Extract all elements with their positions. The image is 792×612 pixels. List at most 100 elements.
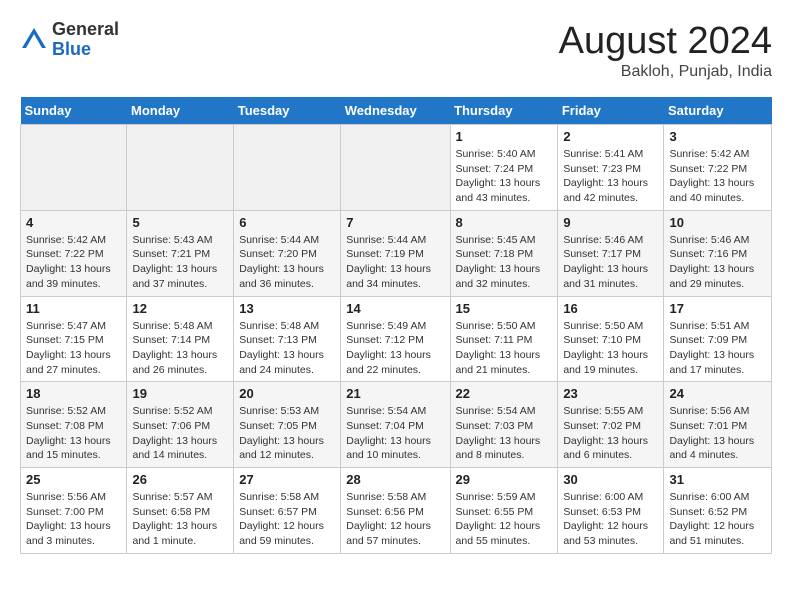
day-number: 17 — [669, 301, 766, 316]
day-info: Sunrise: 5:50 AMSunset: 7:11 PMDaylight:… — [456, 319, 553, 378]
day-number: 8 — [456, 215, 553, 230]
day-info: Sunrise: 5:45 AMSunset: 7:18 PMDaylight:… — [456, 233, 553, 292]
day-number: 26 — [132, 472, 228, 487]
day-number: 22 — [456, 386, 553, 401]
day-info: Sunrise: 5:40 AMSunset: 7:24 PMDaylight:… — [456, 147, 553, 206]
day-of-week-header: Thursday — [450, 97, 558, 125]
day-info: Sunrise: 5:54 AMSunset: 7:03 PMDaylight:… — [456, 404, 553, 463]
calendar-cell: 5Sunrise: 5:43 AMSunset: 7:21 PMDaylight… — [127, 210, 234, 296]
day-number: 23 — [563, 386, 658, 401]
calendar-cell: 15 Sunrise: 5:50 AMSunset: 7:11 PMDayligh… — [450, 296, 558, 382]
day-number: 15 — [456, 301, 553, 316]
day-number: 29 — [456, 472, 553, 487]
day-info: Sunrise: 5:56 AMSunset: 7:00 PMDaylight:… — [26, 490, 121, 549]
calendar-header-row: SundayMondayTuesdayWednesdayThursdayFrid… — [21, 97, 772, 125]
calendar-cell — [127, 125, 234, 211]
day-info: Sunrise: 5:57 AMSunset: 6:58 PMDaylight:… — [132, 490, 228, 549]
calendar-cell: 29Sunrise: 5:59 AMSunset: 6:55 PMDayligh… — [450, 468, 558, 554]
day-of-week-header: Friday — [558, 97, 664, 125]
day-number: 20 — [239, 386, 335, 401]
calendar-cell — [21, 125, 127, 211]
day-info: Sunrise: 5:48 AMSunset: 7:14 PMDaylight:… — [132, 319, 228, 378]
day-info: Sunrise: 5:41 AMSunset: 7:23 PMDaylight:… — [563, 147, 658, 206]
day-number: 24 — [669, 386, 766, 401]
day-number: 14 — [346, 301, 444, 316]
calendar-cell: 3 Sunrise: 5:42 AMSunset: 7:22 PMDaylight… — [664, 125, 772, 211]
day-number: 11 — [26, 301, 121, 316]
calendar-cell: 27 Sunrise: 5:58 AMSunset: 6:57 PMDayligh… — [234, 468, 341, 554]
calendar-cell: 12Sunrise: 5:48 AMSunset: 7:14 PMDayligh… — [127, 296, 234, 382]
day-info: Sunrise: 5:44 AMSunset: 7:20 PMDaylight:… — [239, 233, 335, 292]
logo-general: General — [52, 20, 119, 40]
calendar-cell: 17 Sunrise: 5:51 AMSunset: 7:09 PMDayligh… — [664, 296, 772, 382]
day-of-week-header: Tuesday — [234, 97, 341, 125]
day-info: Sunrise: 5:47 AMSunset: 7:15 PMDaylight:… — [26, 319, 121, 378]
calendar-week-row: 25 Sunrise: 5:56 AMSunset: 7:00 PMDayligh… — [21, 468, 772, 554]
day-info: Sunrise: 5:55 AMSunset: 7:02 PMDaylight:… — [563, 404, 658, 463]
day-number: 25 — [26, 472, 121, 487]
calendar-cell: 6 Sunrise: 5:44 AMSunset: 7:20 PMDaylight… — [234, 210, 341, 296]
month-title: August 2024 — [559, 20, 772, 63]
day-number: 4 — [26, 215, 121, 230]
logo-blue: Blue — [52, 40, 119, 60]
calendar-cell: 22 Sunrise: 5:54 AMSunset: 7:03 PMDayligh… — [450, 382, 558, 468]
calendar-cell: 21 Sunrise: 5:54 AMSunset: 7:04 PMDayligh… — [341, 382, 450, 468]
day-info: Sunrise: 5:50 AMSunset: 7:10 PMDaylight:… — [563, 319, 658, 378]
calendar-cell — [341, 125, 450, 211]
calendar-cell: 14 Sunrise: 5:49 AMSunset: 7:12 PMDayligh… — [341, 296, 450, 382]
calendar-cell: 1 Sunrise: 5:40 AMSunset: 7:24 PMDaylight… — [450, 125, 558, 211]
calendar-cell: 8 Sunrise: 5:45 AMSunset: 7:18 PMDaylight… — [450, 210, 558, 296]
day-number: 21 — [346, 386, 444, 401]
day-info: Sunrise: 5:42 AMSunset: 7:22 PMDaylight:… — [669, 147, 766, 206]
calendar-cell: 13Sunrise: 5:48 AMSunset: 7:13 PMDayligh… — [234, 296, 341, 382]
location: Bakloh, Punjab, India — [559, 63, 772, 81]
day-info: Sunrise: 5:46 AMSunset: 7:17 PMDaylight:… — [563, 233, 658, 292]
day-info: Sunrise: 5:58 AMSunset: 6:57 PMDaylight:… — [239, 490, 335, 549]
day-number: 3 — [669, 129, 766, 144]
calendar-cell: 19Sunrise: 5:52 AMSunset: 7:06 PMDayligh… — [127, 382, 234, 468]
logo-text: General Blue — [52, 20, 119, 60]
page-header: General Blue August 2024 Bakloh, Punjab,… — [20, 20, 772, 81]
day-number: 6 — [239, 215, 335, 230]
calendar-cell: 26 Sunrise: 5:57 AMSunset: 6:58 PMDayligh… — [127, 468, 234, 554]
calendar-week-row: 11 Sunrise: 5:47 AMSunset: 7:15 PMDayligh… — [21, 296, 772, 382]
day-number: 1 — [456, 129, 553, 144]
day-number: 27 — [239, 472, 335, 487]
day-info: Sunrise: 5:52 AMSunset: 7:08 PMDaylight:… — [26, 404, 121, 463]
calendar-cell: 7Sunrise: 5:44 AMSunset: 7:19 PMDaylight… — [341, 210, 450, 296]
day-info: Sunrise: 5:58 AMSunset: 6:56 PMDaylight:… — [346, 490, 444, 549]
day-of-week-header: Saturday — [664, 97, 772, 125]
day-info: Sunrise: 6:00 AMSunset: 6:53 PMDaylight:… — [563, 490, 658, 549]
day-info: Sunrise: 6:00 AMSunset: 6:52 PMDaylight:… — [669, 490, 766, 549]
day-of-week-header: Sunday — [21, 97, 127, 125]
calendar-cell: 25 Sunrise: 5:56 AMSunset: 7:00 PMDayligh… — [21, 468, 127, 554]
calendar-cell: 2 Sunrise: 5:41 AMSunset: 7:23 PMDaylight… — [558, 125, 664, 211]
day-number: 18 — [26, 386, 121, 401]
calendar-cell: 9 Sunrise: 5:46 AMSunset: 7:17 PMDaylight… — [558, 210, 664, 296]
calendar-cell: 10Sunrise: 5:46 AMSunset: 7:16 PMDayligh… — [664, 210, 772, 296]
day-number: 30 — [563, 472, 658, 487]
day-of-week-header: Monday — [127, 97, 234, 125]
day-number: 5 — [132, 215, 228, 230]
calendar-cell: 20 Sunrise: 5:53 AMSunset: 7:05 PMDayligh… — [234, 382, 341, 468]
day-info: Sunrise: 5:53 AMSunset: 7:05 PMDaylight:… — [239, 404, 335, 463]
title-block: August 2024 Bakloh, Punjab, India — [559, 20, 772, 81]
day-info: Sunrise: 5:51 AMSunset: 7:09 PMDaylight:… — [669, 319, 766, 378]
day-number: 28 — [346, 472, 444, 487]
logo: General Blue — [20, 20, 119, 60]
logo-icon — [20, 26, 48, 54]
calendar-week-row: 1 Sunrise: 5:40 AMSunset: 7:24 PMDaylight… — [21, 125, 772, 211]
day-info: Sunrise: 5:42 AMSunset: 7:22 PMDaylight:… — [26, 233, 121, 292]
day-info: Sunrise: 5:54 AMSunset: 7:04 PMDaylight:… — [346, 404, 444, 463]
calendar-cell: 31Sunrise: 6:00 AMSunset: 6:52 PMDayligh… — [664, 468, 772, 554]
day-number: 7 — [346, 215, 444, 230]
day-number: 13 — [239, 301, 335, 316]
day-number: 9 — [563, 215, 658, 230]
calendar-cell: 16Sunrise: 5:50 AMSunset: 7:10 PMDayligh… — [558, 296, 664, 382]
day-number: 2 — [563, 129, 658, 144]
day-info: Sunrise: 5:49 AMSunset: 7:12 PMDaylight:… — [346, 319, 444, 378]
calendar-cell: 11 Sunrise: 5:47 AMSunset: 7:15 PMDayligh… — [21, 296, 127, 382]
calendar-table: SundayMondayTuesdayWednesdayThursdayFrid… — [20, 97, 772, 554]
calendar-cell — [234, 125, 341, 211]
day-info: Sunrise: 5:56 AMSunset: 7:01 PMDaylight:… — [669, 404, 766, 463]
